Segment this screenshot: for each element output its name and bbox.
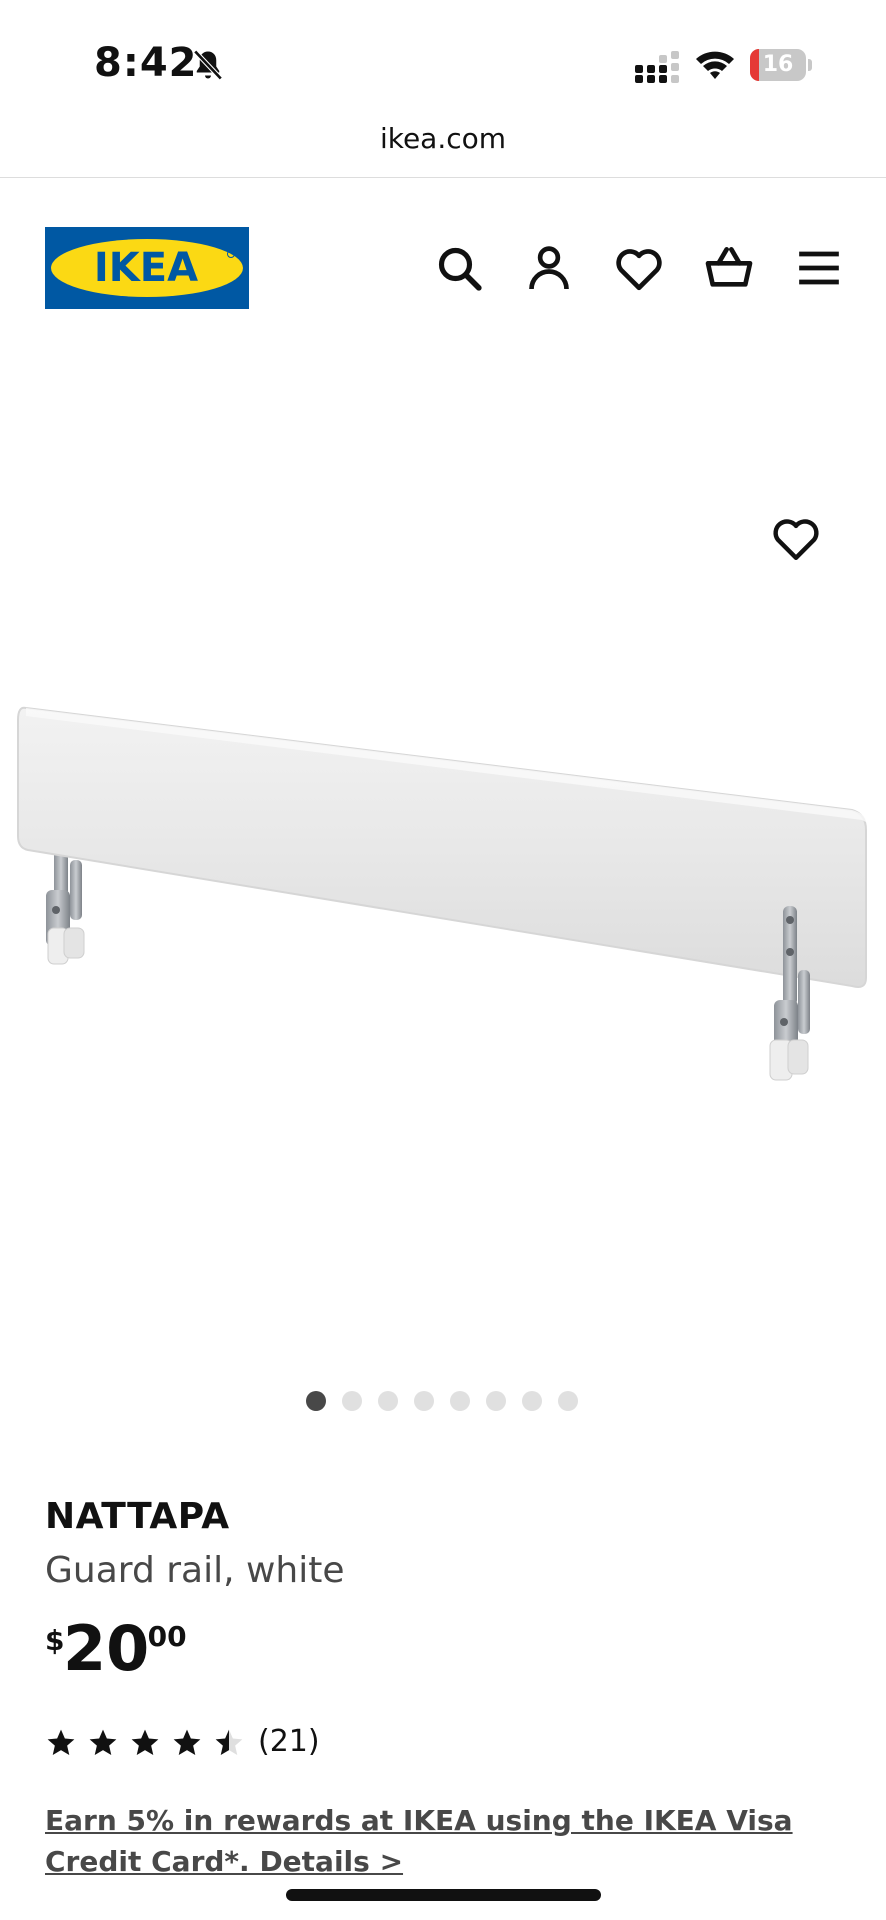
address-bar-divider <box>0 177 886 178</box>
battery-indicator: 16 <box>750 49 812 81</box>
battery-level: 16 <box>762 52 794 77</box>
status-time: 8:42 <box>94 40 198 86</box>
wifi-icon <box>694 47 736 83</box>
star-rating[interactable] <box>45 1727 245 1759</box>
star-icon <box>131 1729 159 1755</box>
pagination-dot[interactable] <box>378 1391 398 1411</box>
pagination-dot[interactable] <box>522 1391 542 1411</box>
menu-icon[interactable] <box>791 240 847 296</box>
pagination-dot[interactable] <box>486 1391 506 1411</box>
star-icon <box>47 1729 75 1755</box>
account-icon[interactable] <box>521 240 577 296</box>
product-description: Guard rail, white <box>45 1550 345 1591</box>
add-to-favorites-icon[interactable] <box>768 510 824 566</box>
silent-bell-icon <box>190 47 226 83</box>
pagination-dot[interactable] <box>558 1391 578 1411</box>
star-icon <box>89 1729 117 1755</box>
logo-text: IKEA <box>94 245 198 291</box>
address-bar[interactable]: ikea.com <box>0 122 886 155</box>
product-name: NATTAPA <box>45 1496 230 1537</box>
pagination-dot[interactable] <box>306 1391 326 1411</box>
image-pagination[interactable] <box>306 1391 596 1411</box>
pagination-dot[interactable] <box>450 1391 470 1411</box>
search-icon[interactable] <box>431 240 487 296</box>
cellular-signal-icon <box>633 51 681 83</box>
cart-icon[interactable] <box>701 240 757 296</box>
review-count[interactable]: (21) <box>258 1724 320 1759</box>
star-icon <box>173 1729 201 1755</box>
star-icon <box>215 1729 243 1755</box>
price-currency: $ <box>45 1624 65 1657</box>
visa-rewards-link[interactable]: Earn 5% in rewards at IKEA using the IKE… <box>45 1800 845 1882</box>
pagination-dot[interactable] <box>414 1391 434 1411</box>
product-image[interactable] <box>0 680 886 1120</box>
heart-icon[interactable] <box>611 240 667 296</box>
ikea-logo[interactable]: IKEA <box>45 227 249 309</box>
home-indicator[interactable] <box>286 1889 601 1901</box>
pagination-dot[interactable] <box>342 1391 362 1411</box>
price-decimal: .00 <box>137 1620 187 1653</box>
